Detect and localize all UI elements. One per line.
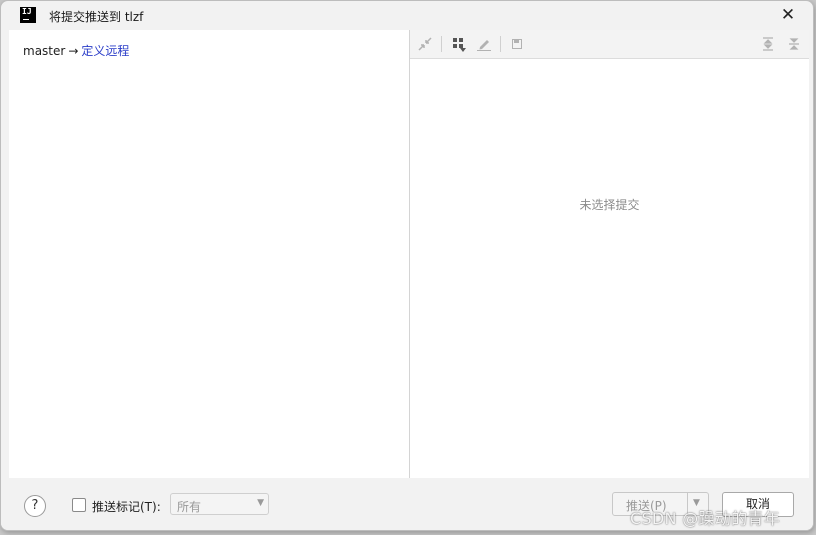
chevron-down-icon: ▼ <box>257 498 264 508</box>
help-icon: ? <box>31 498 39 513</box>
close-button[interactable]: ✕ <box>779 6 797 24</box>
toolbar-separator <box>441 36 442 52</box>
branch-pane: master → 定义远程 <box>9 30 410 478</box>
collapse-all-icon[interactable] <box>786 36 802 52</box>
local-branch: master <box>23 44 66 58</box>
save-icon[interactable] <box>509 36 525 52</box>
collapse-icon[interactable] <box>417 36 433 52</box>
expand-all-icon[interactable] <box>760 36 776 52</box>
branch-push-target: master → 定义远程 <box>23 42 129 59</box>
close-icon: ✕ <box>780 5 796 25</box>
title-bar: IJ 将提交推送到 tlzf ✕ <box>1 1 813 30</box>
push-tags-select[interactable]: 所有 ▼ <box>170 493 269 515</box>
push-tags-label: 推送标记(T): <box>92 500 161 514</box>
dialog-title: 将提交推送到 tlzf <box>49 10 144 24</box>
push-tags-select-value: 所有 <box>177 500 202 514</box>
changes-toolbar <box>410 30 809 59</box>
commit-details-pane: 未选择提交 <box>410 30 809 478</box>
watermark: CSDN @躁动的青年 <box>630 509 781 528</box>
help-button[interactable]: ? <box>24 495 46 517</box>
toolbar-separator <box>500 36 501 52</box>
no-commit-selected-message: 未选择提交 <box>579 198 640 212</box>
define-remote-link[interactable]: 定义远程 <box>81 44 129 58</box>
group-by-icon[interactable] <box>451 36 467 52</box>
push-tags-checkbox[interactable] <box>72 498 86 512</box>
push-commits-dialog: IJ 将提交推送到 tlzf ✕ master → 定义远程 未选择提交 ? 推… <box>0 0 814 531</box>
arrow-icon: → <box>68 44 79 58</box>
edit-icon[interactable] <box>476 36 492 52</box>
intellij-app-icon: IJ <box>20 7 36 23</box>
